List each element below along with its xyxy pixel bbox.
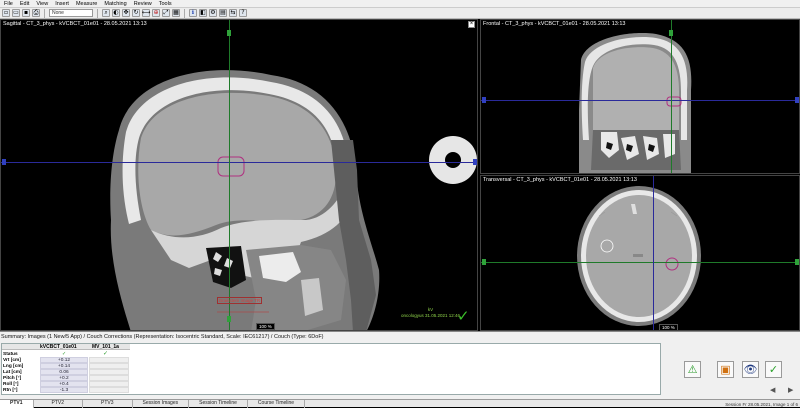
sagittal-view-title: Sagittal - CT_3_phys - kVCBCT_01e01 - 28… <box>3 21 147 27</box>
print-icon[interactable]: ⎙ <box>32 9 40 17</box>
row-label-rtn: Rtn [°] <box>3 388 18 393</box>
frontal-horizontal-crosshair[interactable] <box>481 100 799 101</box>
frontal-ct-image <box>579 33 692 173</box>
transversal-view-title: Transversal - CT_3_phys - kVCBCT_01e01 -… <box>483 177 637 183</box>
transversal-vertical-crosshair[interactable] <box>653 176 654 330</box>
document-icon[interactable]: ▣ <box>717 361 734 378</box>
open-icon[interactable]: ▭ <box>12 9 20 17</box>
menu-review[interactable]: Review <box>134 1 152 7</box>
previous-arrow-icon[interactable]: ◀ <box>770 386 775 394</box>
sagittal-top-handle[interactable] <box>227 30 231 36</box>
sagittal-view[interactable]: Sagittal - CT_3_phys - kVCBCT_01e01 - 28… <box>0 19 478 331</box>
info-icon[interactable]: ℹ <box>189 9 197 17</box>
view-eye-icon[interactable]: 👁 <box>742 361 759 378</box>
toolbar-separator <box>97 8 98 18</box>
menu-bar: File Edit View Insert Measure Matching R… <box>0 0 800 8</box>
menu-edit[interactable]: Edit <box>20 1 29 7</box>
structure-label: Brainstem Image TR <box>217 297 263 304</box>
transversal-right-handle[interactable] <box>795 259 799 265</box>
tab-bar: PTV1 PTV2 PTV3 Session Images Session Ti… <box>0 399 800 408</box>
transversal-view[interactable]: Transversal - CT_3_phys - kVCBCT_01e01 -… <box>480 175 800 331</box>
menu-view[interactable]: View <box>36 1 48 7</box>
warning-icon[interactable]: ⚠ <box>684 361 701 378</box>
transversal-zoom-label: 100 % <box>659 324 678 330</box>
column-kvcbct[interactable]: kVCBCT_01e01 <box>40 344 77 350</box>
display-combo[interactable]: None <box>49 9 93 17</box>
row-label-lat: Lat [cm] <box>3 370 22 375</box>
transversal-ct-image <box>577 186 701 326</box>
fit-icon[interactable]: ⤢ <box>162 9 170 17</box>
row-empty-rtn <box>89 387 129 393</box>
approve-check-icon[interactable]: ✓ <box>765 361 782 378</box>
frontal-view-title: Frontal - CT_3_phys - kVCBCT_01e01 - 28.… <box>483 21 626 27</box>
approval-check-icon: ✓ <box>457 307 470 325</box>
toolbar-separator <box>184 8 185 18</box>
summary-panel: Summary: Images (1 New/5 App) / Couch Co… <box>0 331 800 407</box>
corrections-table: kVCBCT_01e01 MV_101_1a Status ✓ ✓ Vrt [c… <box>1 343 661 395</box>
summary-title: Summary: Images (1 New/5 App) / Couch Co… <box>1 334 324 340</box>
toolbar-separator <box>44 8 45 18</box>
sagittal-ct-image <box>1 20 477 330</box>
frontal-left-handle[interactable] <box>482 97 486 103</box>
session-info: Session Fr 28.05.2021, Image 1 of 6 <box>725 402 798 407</box>
pan-icon[interactable]: ✥ <box>122 9 130 17</box>
transversal-left-handle[interactable] <box>482 259 486 265</box>
row-label-vrt: Vrt [cm] <box>3 358 21 363</box>
settings-icon[interactable]: ⚙ <box>209 9 217 17</box>
row-value-rtn: -1.3 <box>40 387 88 393</box>
measure-icon[interactable]: ⟷ <box>142 9 150 17</box>
frontal-top-handle[interactable] <box>669 30 673 36</box>
crosshair-icon[interactable]: ⊕ <box>152 9 160 17</box>
overlay-icon[interactable]: ◧ <box>199 9 207 17</box>
frontal-view[interactable]: Frontal - CT_3_phys - kVCBCT_01e01 - 28.… <box>480 19 800 174</box>
menu-measure[interactable]: Measure <box>76 1 97 7</box>
row-label-roll: Roll [°] <box>3 382 19 387</box>
frontal-right-handle[interactable] <box>795 97 799 103</box>
sagittal-zoom-label: 100 % <box>256 323 275 330</box>
frontal-vertical-crosshair[interactable] <box>671 20 672 173</box>
approval-line-2: oncologyus 31.05.2021 12:46 <box>401 312 461 318</box>
sagittal-horizontal-crosshair[interactable] <box>1 162 477 163</box>
sagittal-vertical-crosshair[interactable] <box>229 20 230 330</box>
sagittal-bottom-handle[interactable] <box>227 316 231 322</box>
compare-icon[interactable]: ⇆ <box>229 9 237 17</box>
window-level-icon[interactable]: ◐ <box>112 9 120 17</box>
transversal-horizontal-crosshair[interactable] <box>481 262 799 263</box>
sagittal-right-handle[interactable] <box>473 159 477 165</box>
toolbar: ▫ ▭ ▪ ⎙ None ⌕ ◐ ✥ ↻ ⟷ ⊕ ⤢ ▦ ℹ ◧ ⚙ ▤ ⇆ ? <box>0 8 800 19</box>
save-icon[interactable]: ▪ <box>22 9 30 17</box>
menu-tools[interactable]: Tools <box>159 1 172 7</box>
row-label-lng: Lng [cm] <box>3 364 24 369</box>
grid-icon[interactable]: ▦ <box>172 9 180 17</box>
menu-matching[interactable]: Matching <box>104 1 126 7</box>
sagittal-close-button[interactable]: × <box>468 21 475 28</box>
new-icon[interactable]: ▫ <box>2 9 10 17</box>
approval-stamp: kV oncologyus 31.05.2021 12:46 <box>401 307 460 318</box>
layout-icon[interactable]: ▤ <box>219 9 227 17</box>
row-label-pitch: Pitch [°] <box>3 376 22 381</box>
menu-insert[interactable]: Insert <box>55 1 69 7</box>
zoom-icon[interactable]: ⌕ <box>102 9 110 17</box>
sagittal-left-handle[interactable] <box>2 159 6 165</box>
row-label-status: Status <box>3 352 18 357</box>
mv-status-check-icon: ✓ <box>103 350 109 357</box>
next-arrow-icon[interactable]: ▶ <box>788 386 793 394</box>
table-header: kVCBCT_01e01 MV_101_1a <box>2 344 130 350</box>
rotate-icon[interactable]: ↻ <box>132 9 140 17</box>
menu-file[interactable]: File <box>4 1 13 7</box>
help-icon[interactable]: ? <box>239 9 247 17</box>
